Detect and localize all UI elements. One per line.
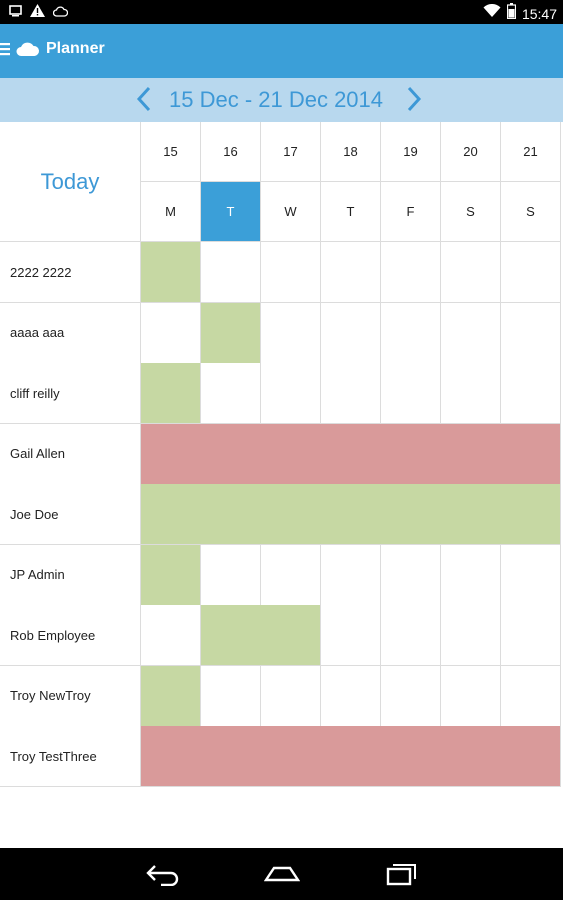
day-cell[interactable] — [261, 544, 321, 606]
day-cell[interactable] — [381, 363, 441, 424]
person-name[interactable]: cliff reilly — [0, 363, 141, 424]
day-cell[interactable] — [381, 242, 441, 303]
wifi-icon — [483, 3, 501, 23]
booking-bar[interactable] — [201, 302, 260, 363]
app-title: Planner — [46, 40, 105, 57]
day-cell[interactable] — [381, 605, 441, 666]
booking-bar[interactable] — [141, 242, 200, 302]
day-cell[interactable] — [501, 544, 561, 606]
day-cell[interactable] — [441, 363, 501, 424]
day-cell[interactable] — [501, 605, 561, 666]
day-cell[interactable] — [261, 302, 321, 364]
day-letter[interactable]: S — [441, 182, 501, 242]
day-cell[interactable] — [501, 665, 561, 727]
day-cell[interactable] — [381, 665, 441, 727]
chevron-right-icon[interactable] — [404, 85, 424, 118]
person-name[interactable]: aaaa aaa — [0, 302, 141, 364]
person-name[interactable]: Gail Allen — [0, 423, 141, 485]
system-nav-bar — [0, 848, 563, 900]
day-letter[interactable]: M — [141, 182, 201, 242]
menu-icon[interactable] — [0, 42, 10, 61]
booking-bar[interactable] — [141, 363, 200, 423]
day-number[interactable]: 15 — [141, 122, 201, 182]
home-icon[interactable] — [263, 862, 301, 891]
chevron-left-icon[interactable] — [134, 85, 154, 118]
person-name[interactable]: Joe Doe — [0, 484, 141, 545]
day-letter[interactable]: S — [501, 182, 561, 242]
status-bar: 15:47 — [0, 0, 563, 24]
day-number[interactable]: 20 — [441, 122, 501, 182]
day-number[interactable]: 21 — [501, 122, 561, 182]
today-button[interactable]: Today — [0, 122, 141, 242]
screenshot-icon — [9, 4, 22, 22]
battery-icon — [506, 3, 517, 24]
day-letter[interactable]: F — [381, 182, 441, 242]
booking-bar[interactable] — [141, 544, 200, 605]
day-letter-selected[interactable]: T — [201, 182, 261, 242]
day-cell[interactable] — [381, 302, 441, 364]
day-cell[interactable] — [501, 363, 561, 424]
day-cell[interactable] — [321, 544, 381, 606]
booking-bar[interactable] — [141, 726, 560, 786]
day-cell[interactable] — [441, 665, 501, 727]
booking-bar[interactable] — [141, 484, 560, 544]
cloud-outline-icon — [52, 4, 69, 22]
app-bar: Planner — [0, 24, 563, 78]
person-name[interactable]: Rob Employee — [0, 605, 141, 666]
day-cell[interactable] — [381, 544, 441, 606]
booking-bar[interactable] — [201, 605, 320, 665]
day-cell[interactable] — [441, 242, 501, 303]
day-cell[interactable] — [321, 302, 381, 364]
booking-bar[interactable] — [141, 423, 560, 484]
day-cell[interactable] — [201, 544, 261, 606]
person-name[interactable]: JP Admin — [0, 544, 141, 606]
clock-time: 15:47 — [521, 5, 557, 22]
cloud-icon[interactable] — [16, 40, 40, 63]
day-cell[interactable] — [141, 302, 201, 364]
day-cell[interactable] — [261, 242, 321, 303]
day-number[interactable]: 18 — [321, 122, 381, 182]
back-icon[interactable] — [145, 862, 179, 891]
day-cell[interactable] — [321, 242, 381, 303]
person-name[interactable]: Troy NewTroy — [0, 665, 141, 727]
warning-icon — [30, 4, 45, 22]
day-number[interactable]: 17 — [261, 122, 321, 182]
day-number[interactable]: 16 — [201, 122, 261, 182]
day-cell[interactable] — [441, 302, 501, 364]
day-cell[interactable] — [261, 665, 321, 727]
booking-bar[interactable] — [141, 665, 200, 726]
day-cell[interactable] — [201, 363, 261, 424]
recents-icon[interactable] — [386, 862, 418, 891]
day-cell[interactable] — [201, 665, 261, 727]
day-number[interactable]: 19 — [381, 122, 441, 182]
day-cell[interactable] — [321, 605, 381, 666]
day-cell[interactable] — [501, 242, 561, 303]
day-cell[interactable] — [321, 665, 381, 727]
day-cell[interactable] — [201, 242, 261, 303]
day-letter[interactable]: T — [321, 182, 381, 242]
day-cell[interactable] — [501, 302, 561, 364]
day-cell[interactable] — [261, 363, 321, 424]
person-name[interactable]: Troy TestThree — [0, 726, 141, 787]
day-cell[interactable] — [141, 605, 201, 666]
week-navigator: 15 Dec - 21 Dec 2014 — [0, 78, 563, 122]
day-cell[interactable] — [441, 605, 501, 666]
week-range-label: 15 Dec - 21 Dec 2014 — [169, 87, 384, 112]
person-name[interactable]: 2222 2222 — [0, 242, 141, 303]
day-cell[interactable] — [441, 544, 501, 606]
day-cell[interactable] — [321, 363, 381, 424]
day-letter[interactable]: W — [261, 182, 321, 242]
